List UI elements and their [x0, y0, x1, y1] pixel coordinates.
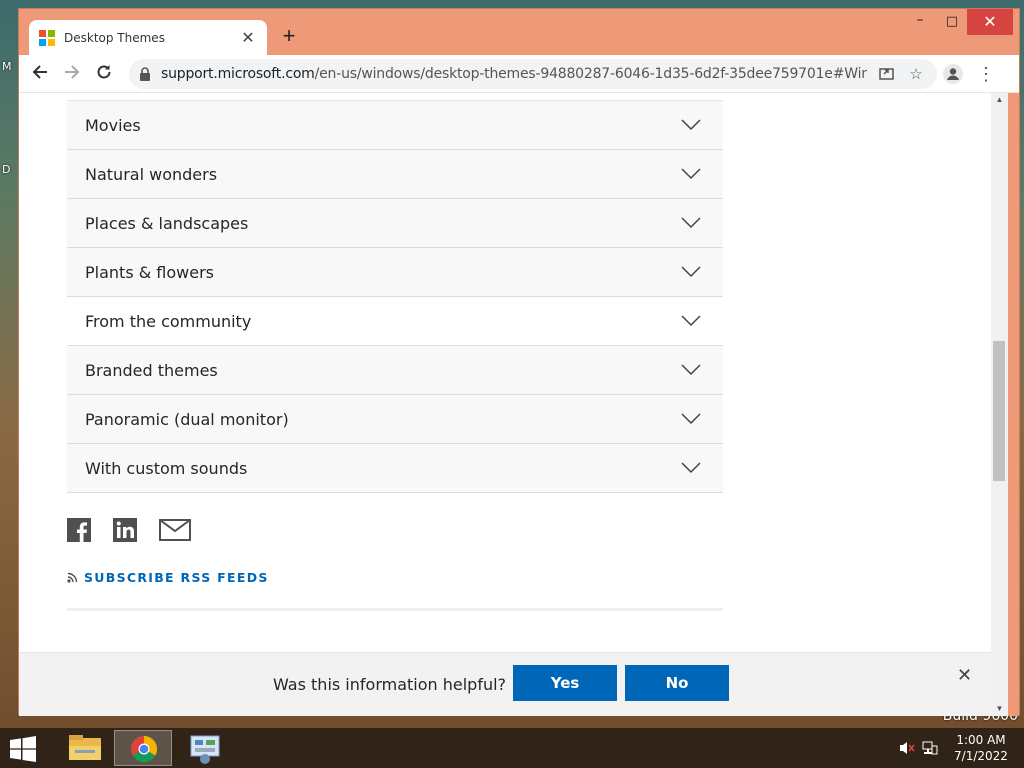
forward-arrow-icon[interactable]	[61, 63, 83, 85]
scroll-up-arrow-icon[interactable]: ▲	[991, 93, 1008, 107]
accordion-item-movies[interactable]: Movies	[67, 101, 723, 150]
network-icon[interactable]	[922, 740, 938, 761]
chevron-down-icon	[681, 413, 701, 425]
accordion-label: Places & landscapes	[85, 213, 249, 233]
accordion-item-branded-themes[interactable]: Branded themes	[67, 346, 723, 395]
desktop-icon-label-m: M	[2, 60, 12, 73]
facebook-icon[interactable]	[67, 518, 91, 547]
scrollbar-thumb[interactable]	[993, 341, 1005, 481]
chevron-down-icon	[681, 168, 701, 180]
subscribe-rss-link[interactable]: SUBSCRIBE RSS FEEDS	[67, 570, 269, 585]
accordion-label: Panoramic (dual monitor)	[85, 409, 289, 429]
feedback-bar: Was this information helpful? Yes No ✕	[19, 652, 991, 716]
chevron-down-icon	[681, 266, 701, 278]
accordion-item-plants-flowers[interactable]: Plants & flowers	[67, 248, 723, 297]
clock-time: 1:00 AM	[956, 733, 1006, 747]
desktop-icon-label-d: D	[2, 163, 11, 176]
feedback-question: Was this information helpful?	[273, 675, 507, 694]
star-icon[interactable]: ☆	[905, 65, 927, 83]
address-bar[interactable]: support.microsoft.com/en-us/windows/desk…	[129, 59, 937, 89]
chrome-taskbar-icon[interactable]	[114, 730, 172, 766]
close-window-button[interactable]: ✕	[967, 9, 1013, 35]
accordion-label: Natural wonders	[85, 164, 218, 184]
browser-toolbar: support.microsoft.com/en-us/windows/desk…	[19, 55, 1019, 93]
theme-categories-accordion: Movies Natural wonders Places & landscap…	[67, 100, 723, 493]
section-divider	[67, 608, 723, 611]
chevron-down-icon	[681, 217, 701, 229]
accordion-item-custom-sounds[interactable]: With custom sounds	[67, 444, 723, 493]
feedback-close-icon[interactable]: ✕	[957, 665, 972, 686]
window-border	[1008, 93, 1019, 716]
url-path: /en-us/windows/desktop-themes-94880287-6…	[314, 66, 867, 82]
browser-tab[interactable]: Desktop Themes ✕	[29, 20, 267, 55]
page-content: Movies Natural wonders Places & landscap…	[19, 93, 991, 716]
rss-label: SUBSCRIBE RSS FEEDS	[84, 570, 269, 585]
feedback-no-button[interactable]: No	[625, 665, 729, 701]
file-explorer-taskbar-icon[interactable]	[56, 730, 114, 766]
chevron-down-icon	[681, 119, 701, 131]
control-panel-taskbar-icon[interactable]	[176, 730, 234, 766]
linkedin-icon[interactable]	[113, 518, 137, 547]
url-domain: support.microsoft.com	[161, 66, 315, 82]
share-icon[interactable]	[875, 65, 897, 84]
accordion-item-from-the-community[interactable]: From the community	[67, 297, 723, 346]
kebab-menu-icon[interactable]: ⋮	[977, 63, 995, 85]
tab-title: Desktop Themes	[64, 30, 165, 45]
accordion-label: From the community	[85, 311, 252, 331]
tab-close-icon[interactable]: ✕	[239, 28, 257, 48]
new-tab-icon[interactable]: +	[277, 24, 301, 48]
vertical-scrollbar[interactable]: ▲ ▼	[991, 93, 1008, 716]
accordion-item-panoramic[interactable]: Panoramic (dual monitor)	[67, 395, 723, 444]
taskbar-clock[interactable]: 1:00 AM 7/1/2022	[948, 732, 1014, 764]
back-arrow-icon[interactable]	[29, 63, 51, 85]
start-button[interactable]	[8, 736, 38, 762]
social-share-links	[67, 518, 213, 547]
speaker-muted-icon[interactable]	[898, 740, 916, 761]
lock-icon[interactable]	[139, 67, 151, 81]
accordion-item-places-landscapes[interactable]: Places & landscapes	[67, 199, 723, 248]
reload-icon[interactable]	[93, 63, 115, 85]
accordion-label: Plants & flowers	[85, 262, 215, 282]
title-bar: Desktop Themes ✕ + – □ ✕	[19, 9, 1019, 55]
minimize-button[interactable]: –	[905, 9, 935, 35]
accordion-label: With custom sounds	[85, 458, 248, 478]
accordion-label: Branded themes	[85, 360, 218, 380]
chevron-down-icon	[681, 462, 701, 474]
microsoft-logo-icon	[39, 29, 55, 46]
maximize-button[interactable]: □	[937, 9, 967, 35]
url-text[interactable]: support.microsoft.com/en-us/windows/desk…	[161, 66, 867, 82]
chevron-down-icon	[681, 364, 701, 376]
rss-icon	[67, 572, 78, 583]
scroll-down-arrow-icon[interactable]: ▼	[991, 702, 1008, 716]
system-tray	[898, 740, 938, 761]
chevron-down-icon	[681, 315, 701, 327]
taskbar: 1:00 AM 7/1/2022	[0, 728, 1024, 768]
mail-icon[interactable]	[159, 519, 191, 546]
browser-window: Desktop Themes ✕ + – □ ✕ support.microso…	[18, 8, 1020, 716]
accordion-label: Movies	[85, 115, 141, 135]
clock-date: 7/1/2022	[954, 749, 1008, 763]
accordion-item-natural-wonders[interactable]: Natural wonders	[67, 150, 723, 199]
feedback-yes-button[interactable]: Yes	[513, 665, 617, 701]
profile-icon[interactable]	[943, 64, 963, 84]
